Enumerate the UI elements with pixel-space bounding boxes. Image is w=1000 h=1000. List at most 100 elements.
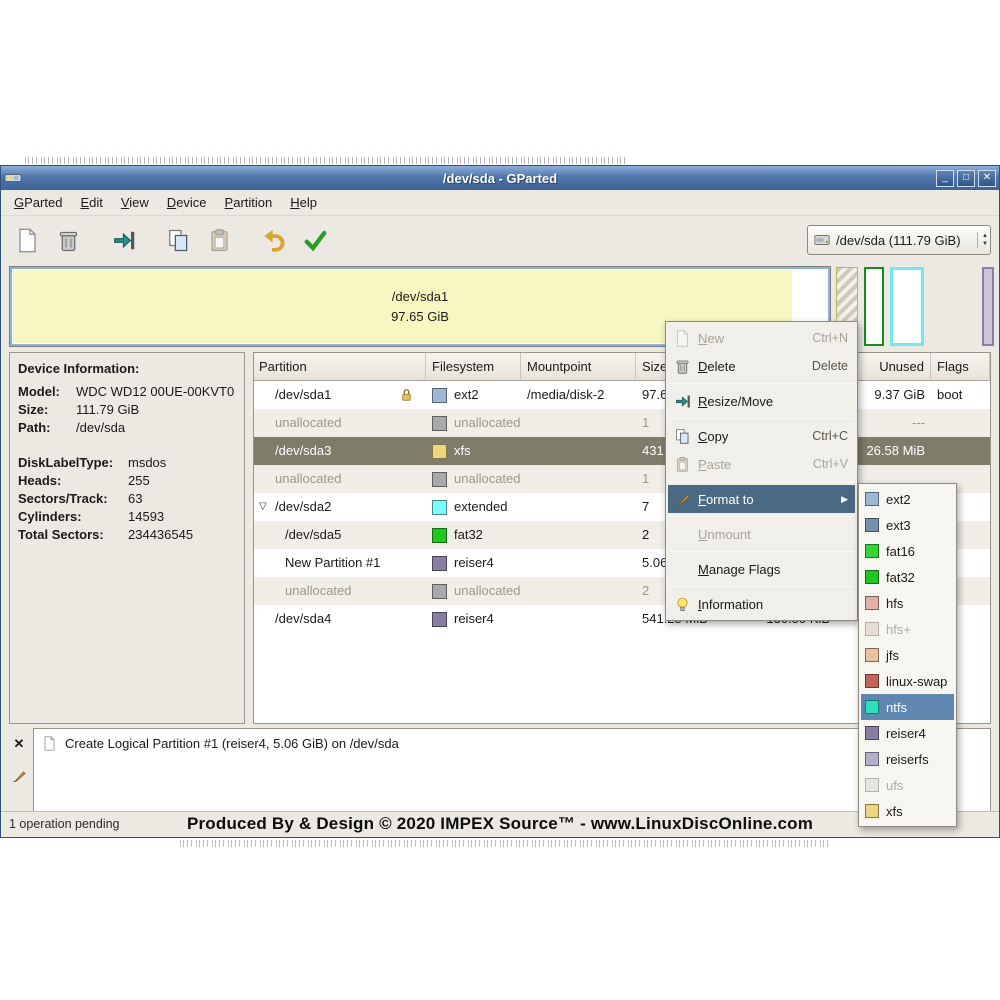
menu-item-copy[interactable]: Copy Ctrl+C xyxy=(668,422,855,450)
format-option-hfs-plus[interactable]: hfs+ xyxy=(861,616,954,642)
menu-edit[interactable]: Edit xyxy=(71,190,111,215)
menu-item-new[interactable]: New Ctrl+N xyxy=(668,324,855,352)
visual-partition-sda4[interactable] xyxy=(982,267,994,346)
copy-button[interactable] xyxy=(160,222,196,258)
header-filesystem[interactable]: Filesystem xyxy=(426,353,521,381)
new-partition-button[interactable] xyxy=(9,222,45,258)
device-selector[interactable]: /dev/sda (111.79 GiB) ▲ ▼ xyxy=(807,225,991,255)
format-option-reiser4[interactable]: reiser4 xyxy=(861,720,954,746)
lock-icon xyxy=(399,387,414,403)
menu-item-information[interactable]: Information xyxy=(668,590,855,618)
watermark-text: Produced By & Design © 2020 IMPEX Source… xyxy=(1,814,999,834)
undo-icon xyxy=(262,228,287,253)
menu-separator xyxy=(669,551,854,552)
fs-swatch xyxy=(865,544,879,558)
device-size: 111.79 GiB xyxy=(76,402,139,417)
new-document-icon xyxy=(15,228,40,253)
visual-partition-sda5[interactable] xyxy=(864,267,884,346)
format-option-linux-swap[interactable]: linux-swap xyxy=(861,668,954,694)
screenshot-stage: /dev/sda - GParted _ □ ✕ GParted Edit Vi… xyxy=(0,0,1000,1000)
format-option-fat16[interactable]: fat16 xyxy=(861,538,954,564)
table-row-unallocated-1[interactable]: unallocated unallocated 1 --- xyxy=(254,409,990,437)
trash-icon xyxy=(56,228,81,253)
resize-move-button[interactable] xyxy=(105,222,141,258)
table-row-sda3-selected[interactable]: /dev/sda3 xfs 431 26.58 MiB xyxy=(254,437,990,465)
menu-item-resize-move[interactable]: Resize/Move xyxy=(668,387,855,415)
fs-swatch xyxy=(865,648,879,662)
operations-list: Create Logical Partition #1 (reiser4, 5.… xyxy=(33,728,991,812)
menu-help[interactable]: Help xyxy=(281,190,326,215)
header-mountpoint[interactable]: Mountpoint xyxy=(521,353,636,381)
fs-swatch xyxy=(432,472,447,487)
expander-icon[interactable]: ▽ xyxy=(259,493,275,521)
format-option-reiserfs[interactable]: reiserfs xyxy=(861,746,954,772)
header-flags[interactable]: Flags xyxy=(931,353,990,381)
fs-swatch xyxy=(865,492,879,506)
format-option-ext3[interactable]: ext3 xyxy=(861,512,954,538)
close-button[interactable]: ✕ xyxy=(978,170,996,187)
device-heads: 255 xyxy=(128,473,150,488)
device-selector-spinner[interactable]: ▲ ▼ xyxy=(977,232,988,249)
fs-swatch xyxy=(432,528,447,543)
gparted-window: /dev/sda - GParted _ □ ✕ GParted Edit Vi… xyxy=(0,165,1000,838)
submenu-arrow-icon: ▶ xyxy=(841,494,848,505)
menu-separator xyxy=(669,586,854,587)
spin-down-icon: ▼ xyxy=(982,240,988,248)
minimize-button[interactable]: _ xyxy=(936,170,954,187)
device-info-title: Device Information: xyxy=(18,361,238,376)
partition-context-menu: New Ctrl+N Delete Delete Resize/Move Cop… xyxy=(665,321,858,621)
new-document-icon xyxy=(674,330,691,347)
menu-separator xyxy=(669,418,854,419)
fs-swatch xyxy=(865,726,879,740)
device-disklabeltype: msdos xyxy=(128,455,166,470)
gparted-app-icon xyxy=(4,169,24,187)
window-title: /dev/sda - GParted xyxy=(443,171,557,186)
fs-swatch xyxy=(865,596,879,610)
table-header: Partition Filesystem Mountpoint Size Use… xyxy=(254,353,990,381)
fs-swatch xyxy=(432,556,447,571)
titlebar[interactable]: /dev/sda - GParted _ □ ✕ xyxy=(1,166,999,190)
fs-swatch xyxy=(432,584,447,599)
header-partition[interactable]: Partition xyxy=(254,353,426,381)
format-option-ufs[interactable]: ufs xyxy=(861,772,954,798)
menu-item-paste[interactable]: Paste Ctrl+V xyxy=(668,450,855,478)
resize-move-icon xyxy=(111,228,136,253)
format-to-submenu: ext2 ext3 fat16 fat32 hfs hfs+ jfs linux… xyxy=(858,483,957,827)
menu-separator xyxy=(669,481,854,482)
brush-icon xyxy=(11,768,27,784)
menu-gparted[interactable]: GParted xyxy=(5,190,71,215)
fs-swatch xyxy=(432,388,447,403)
fs-swatch xyxy=(432,416,447,431)
remove-operation-icon: ✕ xyxy=(14,736,25,752)
operation-document-icon xyxy=(42,736,57,751)
resize-move-icon xyxy=(674,393,691,410)
artifact-noise-bottom xyxy=(180,840,830,847)
fs-swatch xyxy=(432,612,447,627)
format-option-ext2[interactable]: ext2 xyxy=(861,486,954,512)
information-bulb-icon xyxy=(674,596,691,613)
format-option-hfs[interactable]: hfs xyxy=(861,590,954,616)
menu-item-format-to[interactable]: Format to ▶ xyxy=(668,485,855,513)
menu-view[interactable]: View xyxy=(112,190,158,215)
device-model: WDC WD12 00UE-00KVT0 xyxy=(76,384,234,399)
delete-partition-button[interactable] xyxy=(50,222,86,258)
format-brush-icon xyxy=(674,491,691,508)
undo-button[interactable] xyxy=(256,222,292,258)
format-option-fat32[interactable]: fat32 xyxy=(861,564,954,590)
operation-item[interactable]: Create Logical Partition #1 (reiser4, 5.… xyxy=(42,736,982,751)
format-option-jfs[interactable]: jfs xyxy=(861,642,954,668)
menu-item-unmount[interactable]: Unmount xyxy=(668,520,855,548)
apply-button[interactable] xyxy=(297,222,333,258)
maximize-button[interactable]: □ xyxy=(957,170,975,187)
paste-button[interactable] xyxy=(201,222,237,258)
format-option-ntfs[interactable]: ntfs xyxy=(861,694,954,720)
pending-operations-panel: ✕ Create Logical Partition #1 (reiser4, … xyxy=(9,728,991,812)
visual-partition-extended[interactable] xyxy=(890,267,924,346)
menu-partition[interactable]: Partition xyxy=(216,190,282,215)
menu-device[interactable]: Device xyxy=(158,190,216,215)
fs-swatch xyxy=(865,622,879,636)
menu-item-delete[interactable]: Delete Delete xyxy=(668,352,855,380)
paste-icon xyxy=(674,456,691,473)
menu-item-manage-flags[interactable]: Manage Flags xyxy=(668,555,855,583)
table-row-sda1[interactable]: /dev/sda1 ext2 /media/disk-2 97.65 GiB 9… xyxy=(254,381,990,409)
